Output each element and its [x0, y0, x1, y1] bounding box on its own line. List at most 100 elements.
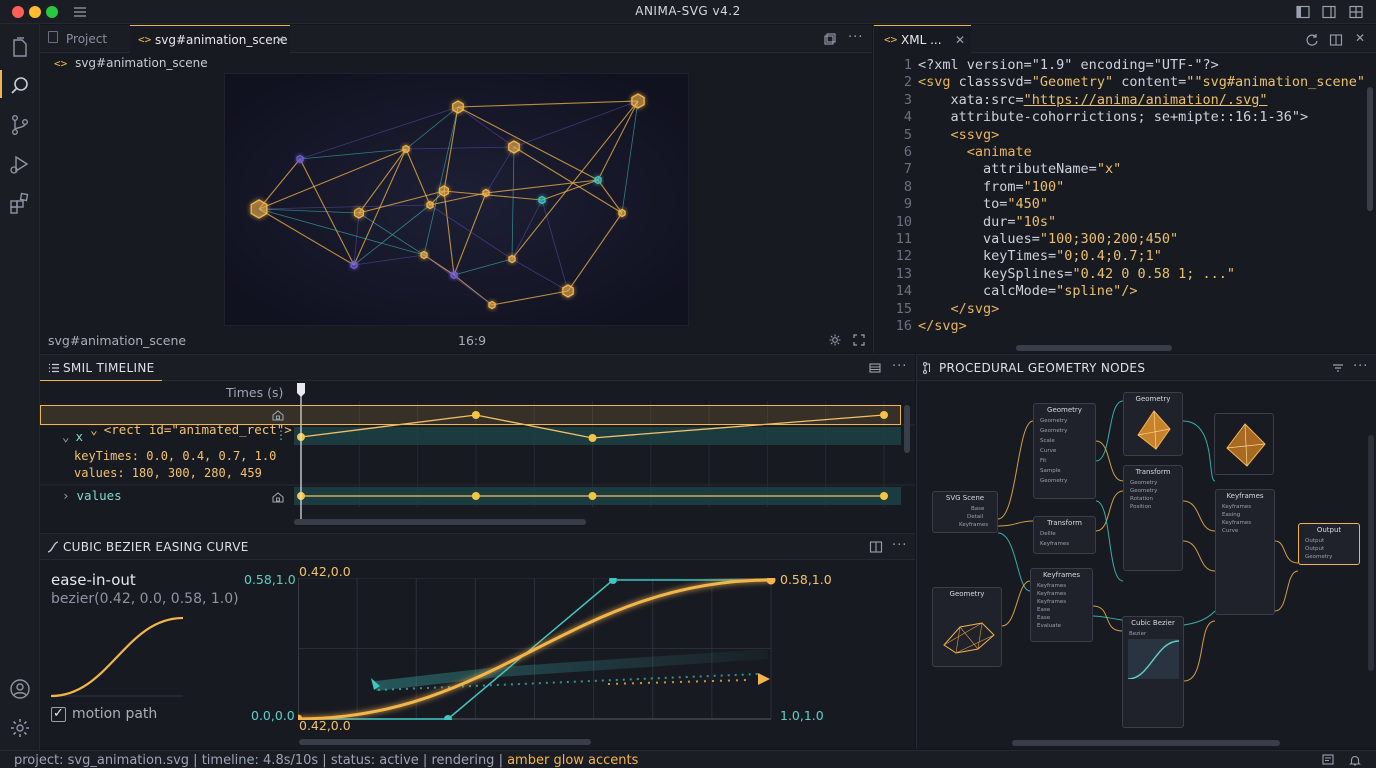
- node-wire: [1092, 605, 1123, 632]
- collapse-chevron-icon[interactable]: ›: [62, 488, 70, 503]
- extensions-icon[interactable]: [8, 191, 32, 215]
- network-vertex[interactable]: [439, 185, 449, 197]
- timeline-more-icon[interactable]: ···: [892, 359, 907, 374]
- network-vertex[interactable]: [402, 144, 410, 154]
- close-tab-icon[interactable]: ✕: [275, 33, 285, 47]
- nodes-more-icon[interactable]: ···: [1353, 359, 1368, 374]
- network-vertex[interactable]: [250, 199, 268, 219]
- line-code: attributeName="x": [918, 161, 1121, 177]
- toggle-panel-icon[interactable]: [1321, 4, 1337, 20]
- node-svg-scene[interactable]: SVG Scene Base Detail Keyframes: [932, 491, 998, 533]
- source-control-icon[interactable]: [8, 113, 32, 137]
- network-vertex[interactable]: [488, 300, 496, 310]
- network-vertex[interactable]: [618, 208, 626, 218]
- settings-icon[interactable]: [8, 716, 32, 740]
- gear-icon[interactable]: [828, 333, 842, 347]
- node-transform-right[interactable]: Transform Geometry Geometry Rotation Pos…: [1123, 465, 1183, 571]
- network-vertex[interactable]: [631, 93, 645, 109]
- bezier-graph[interactable]: [298, 578, 778, 720]
- close-panel-icon[interactable]: ✕: [1355, 31, 1365, 45]
- code-token: "0.42 0 0.58 1; ...": [1072, 265, 1235, 282]
- notifications-bell-icon[interactable]: [1348, 753, 1362, 767]
- svg-scene-canvas[interactable]: [224, 73, 689, 326]
- code-token: "100": [1023, 178, 1065, 195]
- start-point-handle[interactable]: [298, 714, 303, 721]
- refresh-icon[interactable]: [1305, 33, 1319, 47]
- node-geometry-preview[interactable]: Geometry: [1123, 392, 1183, 456]
- network-vertex[interactable]: [508, 254, 516, 264]
- xml-code-view[interactable]: 1 <?xml version="1.9" encoding="UTF-"?> 2 <…: [890, 57, 1366, 349]
- expand-chevron-icon[interactable]: ⌄: [90, 422, 98, 437]
- fullscreen-icon[interactable]: [852, 333, 866, 347]
- bezier-scrollbar[interactable]: [299, 739, 591, 745]
- network-vertex[interactable]: [452, 100, 464, 114]
- filter-icon[interactable]: [1331, 361, 1345, 375]
- node-keyframes-left[interactable]: Keyframes Keyframes Keyframes Keyframes …: [1030, 568, 1093, 642]
- keyframe-dot[interactable]: [880, 492, 888, 500]
- split-panel-icon[interactable]: [1329, 33, 1343, 47]
- feedback-icon[interactable]: [1321, 753, 1335, 767]
- breadcrumb[interactable]: <> svg#animation_scene: [54, 56, 208, 70]
- run-debug-icon[interactable]: [8, 152, 32, 176]
- xml-horizontal-scrollbar[interactable]: [1016, 345, 1172, 351]
- node-keyframes-right[interactable]: Keyframes Keyframes Easing Keyframes Cur…: [1215, 489, 1275, 615]
- layout-icon[interactable]: [1348, 4, 1364, 20]
- network-vertex[interactable]: [562, 284, 574, 298]
- more-actions-icon[interactable]: ···: [848, 30, 863, 45]
- node-geometry-center[interactable]: Geometry Geometry Geometry Scale Curve F…: [1033, 403, 1096, 499]
- code-icon: <>: [138, 33, 152, 46]
- keyframe-dot[interactable]: [588, 434, 597, 442]
- network-vertex[interactable]: [350, 260, 358, 270]
- split-panel-icon[interactable]: [869, 540, 883, 554]
- tab-svg-animation-scene[interactable]: <> svg#animation_scene ✕: [130, 25, 290, 53]
- easing-preview-thumbnail[interactable]: [51, 616, 183, 698]
- timeline-vertical-scrollbar[interactable]: [904, 405, 910, 453]
- node-cubic-bezier[interactable]: Cubic Bezier Bezier: [1122, 616, 1184, 728]
- network-vertex[interactable]: [450, 270, 458, 280]
- track-x-row[interactable]: ⌄ x: [62, 429, 83, 444]
- search-icon[interactable]: [8, 74, 32, 98]
- network-vertex[interactable]: [482, 188, 490, 198]
- crystal-preview: [1137, 410, 1171, 450]
- nodes-vertical-scrollbar[interactable]: [1368, 435, 1374, 671]
- lock-icon[interactable]: [271, 490, 285, 504]
- split-editor-icon[interactable]: [823, 32, 837, 46]
- network-vertex[interactable]: [420, 250, 428, 260]
- tab-project[interactable]: Project: [48, 25, 136, 53]
- keyframe-dot[interactable]: [471, 492, 480, 500]
- keyframe-dot[interactable]: [588, 492, 597, 500]
- node-geometry-left[interactable]: Geometry: [932, 587, 1002, 667]
- files-icon[interactable]: [8, 36, 32, 60]
- xml-scrollbar[interactable]: [1367, 87, 1373, 211]
- toggle-sidebar-icon[interactable]: [1295, 4, 1311, 20]
- activity-bar: [0, 24, 40, 750]
- unit-point-label: 1.0,1.0: [780, 708, 824, 723]
- network-vertex[interactable]: [508, 140, 520, 154]
- network-vertex[interactable]: [538, 195, 546, 205]
- account-icon[interactable]: [8, 677, 32, 701]
- network-vertex[interactable]: [296, 154, 304, 164]
- network-vertex[interactable]: [426, 200, 434, 210]
- track-values-row[interactable]: › values: [62, 488, 122, 503]
- layers-icon[interactable]: [868, 361, 882, 375]
- bezier-more-icon[interactable]: ···: [892, 538, 907, 553]
- line-code: </svg>: [918, 318, 967, 334]
- nodes-scrollbar[interactable]: [1012, 740, 1280, 746]
- end-point-handle[interactable]: [766, 578, 776, 585]
- track-x-menu-icon[interactable]: ⋮: [275, 428, 287, 442]
- network-vertex[interactable]: [594, 175, 602, 185]
- network-vertex[interactable]: [354, 207, 364, 219]
- expand-chevron-icon[interactable]: ⌄: [62, 429, 70, 444]
- timeline-scrollbar[interactable]: [294, 519, 586, 525]
- node-field: Curve: [1040, 448, 1057, 454]
- node-crystal-output-preview[interactable]: [1214, 413, 1274, 475]
- tab-xml[interactable]: <> XML ... ✕: [874, 25, 971, 53]
- node-transform-left[interactable]: Transform Dellle Keyframes: [1033, 516, 1096, 554]
- lock-icon[interactable]: [271, 408, 285, 422]
- motion-path-checkbox[interactable]: ✓: [51, 706, 66, 722]
- node-field: Keyframes: [1037, 591, 1067, 597]
- node-wire: [1095, 500, 1124, 582]
- close-tab-icon[interactable]: ✕: [955, 33, 965, 47]
- code-token: from=: [918, 178, 1024, 195]
- node-output[interactable]: Output Output Output Geometry: [1298, 523, 1360, 565]
